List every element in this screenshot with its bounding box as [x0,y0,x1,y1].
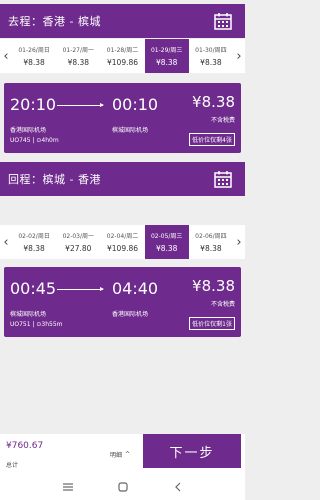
chevron-left-icon[interactable]: ‹ [0,39,12,73]
return-date-item[interactable]: 02-06/周四 ¥8.38 [189,225,233,259]
return-date-strip: ‹ 02-02/周日 ¥8.38 02-03/周一 ¥27.80 02-04/周… [0,225,245,259]
date-label: 02-02/周日 [18,233,50,240]
calendar-icon[interactable] [213,169,233,189]
chevron-right-icon[interactable]: › [233,39,245,73]
date-price: ¥8.38 [23,58,45,67]
menu-icon[interactable] [62,482,74,492]
date-label: 01-28/周二 [106,47,139,54]
date-label: 01-26/周日 [18,47,50,54]
date-price: ¥8.38 [23,244,45,253]
arrival-time: 00:10 [112,95,159,114]
system-nav-bar [0,474,245,500]
outbound-header: 去程：香港 - 槟城 [0,4,245,38]
date-price: ¥8.38 [155,58,178,67]
calendar-icon[interactable] [213,11,233,31]
flight-info: UO751 | ⊙3h55m [10,321,63,328]
date-label: 02-04/周二 [106,233,139,240]
date-price: ¥8.38 [200,58,222,67]
return-header: 回程：槟城 - 香港 [0,162,245,196]
arrival-airport: 香港国际机场 [112,311,149,318]
outbound-date-item[interactable]: 01-27/周一 ¥8.38 [56,39,100,73]
date-price: ¥8.38 [67,58,90,67]
low-price-badge: 低价位仅剩1张 [189,317,235,330]
date-label: 02-03/周一 [62,233,95,240]
departure-time: 20:10 [10,95,57,114]
home-icon[interactable] [117,481,129,493]
date-price: ¥8.38 [200,244,222,253]
date-price: ¥27.80 [65,244,92,253]
total-label: 总计 [6,462,19,469]
departure-airport: 槟城国际机场 [10,311,47,318]
arrival-airport: 槟城国际机场 [112,127,149,134]
return-date-item-selected[interactable]: 02-05/周三 ¥8.38 [144,225,189,259]
date-price: ¥8.38 [155,244,178,253]
date-label: 01-29/周三 [150,47,183,54]
bottom-bar: ¥760.67 总计 明细 ^ 下一步 [0,434,245,474]
return-date-item[interactable]: 02-04/周二 ¥109.86 [100,225,144,259]
outbound-date-item[interactable]: 01-28/周二 ¥109.86 [100,39,144,73]
outbound-date-strip: ‹ 01-26/周日 ¥8.38 01-27/周一 ¥8.38 01-28/周二… [0,39,245,73]
detail-label: 明细 [110,452,123,459]
departure-airport: 香港国际机场 [10,127,47,134]
next-step-button[interactable]: 下一步 [143,434,241,468]
date-label: 01-30/周四 [195,47,227,54]
flight-info: UO745 | ⊙4h0m [10,137,59,144]
outbound-date-item-selected[interactable]: 01-29/周三 ¥8.38 [144,39,189,73]
arrival-time: 04:40 [112,279,159,298]
back-icon[interactable] [172,481,184,493]
flight-arrow-icon [57,287,104,291]
flight-arrow-icon [57,103,104,107]
detail-toggle[interactable]: 明细 ^ [110,450,130,459]
tax-note: 不含税费 [210,117,235,124]
tax-note: 不含税费 [210,301,235,308]
date-price: ¥109.86 [107,58,139,67]
outbound-date-item[interactable]: 01-26/周日 ¥8.38 [12,39,56,73]
chevron-right-icon[interactable]: › [233,225,245,259]
return-date-item[interactable]: 02-03/周一 ¥27.80 [56,225,100,259]
return-title: 回程：槟城 - 香港 [8,173,101,186]
outbound-title: 去程：香港 - 槟城 [8,15,101,28]
flight-price: ¥8.38 [192,277,235,295]
flight-price: ¥8.38 [192,93,235,111]
date-price: ¥109.86 [107,244,139,253]
return-flight-card[interactable]: 00:45 04:40 槟城国际机场 香港国际机场 UO751 | ⊙3h55m… [4,267,241,337]
return-date-item[interactable]: 02-02/周日 ¥8.38 [12,225,56,259]
chevron-up-icon: ^ [125,451,131,458]
date-label: 01-27/周一 [62,47,95,54]
low-price-badge: 低价位仅剩4张 [189,133,235,146]
departure-time: 00:45 [10,279,57,298]
chevron-left-icon[interactable]: ‹ [0,225,12,259]
outbound-flight-card[interactable]: 20:10 00:10 香港国际机场 槟城国际机场 UO745 | ⊙4h0m … [4,83,241,153]
total-price: ¥760.67 [6,441,44,451]
date-label: 02-06/周四 [195,233,227,240]
date-label: 02-05/周三 [150,233,183,240]
outbound-date-item[interactable]: 01-30/周四 ¥8.38 [189,39,233,73]
